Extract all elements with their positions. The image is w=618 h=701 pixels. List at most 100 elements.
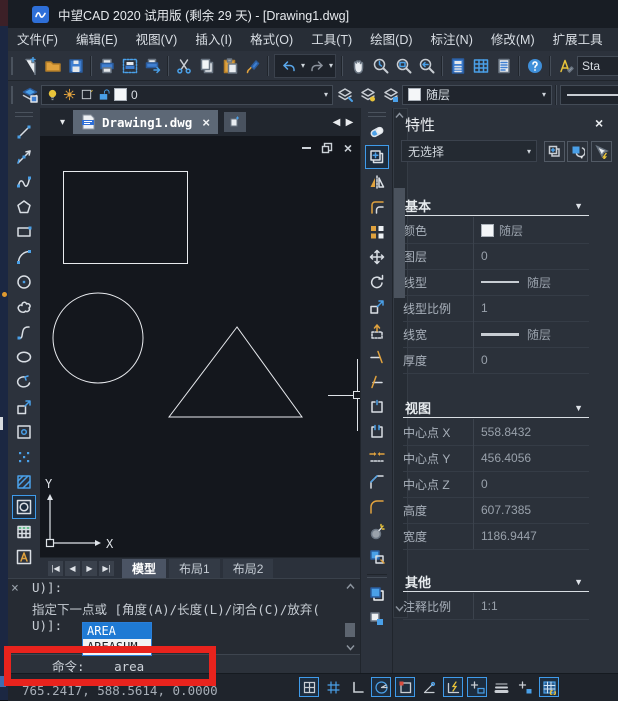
edit-block-icon[interactable] [365, 545, 389, 569]
last-tab-icon[interactable]: ▶| [99, 561, 114, 576]
bom-list-icon[interactable] [492, 54, 515, 78]
polyline-icon[interactable] [12, 170, 36, 194]
table-icon[interactable] [12, 520, 36, 544]
mdi-restore-icon[interactable] [321, 142, 333, 154]
dyn-toggle-icon[interactable] [467, 677, 487, 697]
erase-icon[interactable] [365, 120, 389, 144]
format-painter-icon[interactable] [241, 54, 264, 78]
tab-layout2[interactable]: 布局2 [223, 559, 274, 578]
rectangle-icon[interactable] [12, 220, 36, 244]
quick-select-icon[interactable] [591, 141, 612, 162]
toolbar-grip[interactable] [368, 112, 386, 117]
selection-filter-dropdown[interactable]: 无选择 ▾ [401, 140, 537, 162]
menu-item-tools[interactable]: 工具(T) [302, 29, 361, 51]
command-close-icon[interactable]: × [11, 581, 19, 596]
menu-item-file[interactable]: 文件(F) [8, 29, 67, 51]
property-row-center-x[interactable]: 中心点 X 558.8432 [403, 419, 589, 446]
layer-combo[interactable]: 0 ▾ [41, 85, 333, 105]
zoom-realtime-icon[interactable] [369, 54, 392, 78]
doc-tab-scroll-left-icon[interactable]: ◀ [330, 114, 343, 130]
section-other-header[interactable]: 其他 ▼ [405, 572, 587, 591]
command-scrollbar[interactable] [344, 583, 356, 653]
select-objects-icon[interactable] [567, 141, 588, 162]
menu-item-format[interactable]: 格式(O) [241, 29, 302, 51]
cut-icon[interactable] [172, 54, 195, 78]
command-scrollbar-thumb[interactable] [345, 623, 355, 637]
section-basic-header[interactable]: 基本 ▼ [405, 196, 587, 215]
line-icon[interactable] [12, 120, 36, 144]
next-tab-icon[interactable]: ▶ [82, 561, 97, 576]
grid-toggle-icon[interactable] [323, 677, 343, 697]
property-row-height[interactable]: 高度 607.7385 [403, 497, 589, 524]
document-tab[interactable]: Drawing1.dwg × [73, 110, 218, 134]
ellipse-icon[interactable] [12, 345, 36, 369]
layer-previous-icon[interactable] [333, 83, 356, 107]
paste-icon[interactable] [218, 54, 241, 78]
tab-model[interactable]: 模型 [122, 559, 166, 578]
menu-item-dimension[interactable]: 标注(N) [422, 29, 482, 51]
toggle-pickadd-icon[interactable] [544, 141, 565, 162]
redo-dropdown-icon[interactable]: ▾ [329, 61, 333, 70]
prev-tab-icon[interactable]: ◀ [65, 561, 80, 576]
annotation-toggle-icon[interactable] [515, 677, 535, 697]
text-style-icon[interactable] [554, 54, 577, 78]
workspace-toggle-icon[interactable] [539, 677, 559, 697]
property-row-layer[interactable]: 图层 0 [403, 243, 589, 270]
plot-icon[interactable] [141, 54, 164, 78]
rotate-icon[interactable] [365, 270, 389, 294]
zoom-previous-icon[interactable] [415, 54, 438, 78]
property-row-linetype-scale[interactable]: 线型比例 1 [403, 295, 589, 322]
undo-icon[interactable] [277, 54, 300, 78]
open-folder-icon[interactable] [41, 54, 64, 78]
draw-order-icon[interactable] [365, 582, 389, 606]
point-icon[interactable] [12, 445, 36, 469]
help-icon[interactable] [523, 54, 546, 78]
circle-icon[interactable] [12, 270, 36, 294]
spline-icon[interactable] [12, 320, 36, 344]
linetype-combo[interactable] [560, 85, 618, 105]
menu-item-insert[interactable]: 插入(I) [186, 29, 241, 51]
toolbar-grip[interactable] [15, 112, 33, 117]
color-combo-dropdown-icon[interactable]: ▾ [542, 90, 546, 99]
doc-tab-scroll-right-icon[interactable]: ▶ [343, 114, 356, 130]
toolbar-grip[interactable] [11, 57, 13, 75]
first-tab-icon[interactable]: |◀ [48, 561, 63, 576]
quick-calculator-icon[interactable] [446, 54, 469, 78]
property-row-color[interactable]: 颜色 随层 [403, 217, 589, 244]
menu-item-edit[interactable]: 编辑(E) [67, 29, 127, 51]
esnap-toggle-icon[interactable] [395, 677, 415, 697]
layer-isolate-icon[interactable] [379, 83, 402, 107]
revision-cloud-icon[interactable] [12, 295, 36, 319]
mtext-icon[interactable] [12, 545, 36, 569]
table-export-icon[interactable] [469, 54, 492, 78]
collapse-icon[interactable]: ▼ [574, 403, 583, 413]
mirror-icon[interactable] [365, 170, 389, 194]
ellipse-arc-icon[interactable] [12, 370, 36, 394]
collapse-icon[interactable]: ▼ [574, 201, 583, 211]
hatch-icon[interactable] [12, 470, 36, 494]
break-icon[interactable] [365, 420, 389, 444]
menu-item-draw[interactable]: 绘图(D) [361, 29, 421, 51]
doc-tab-list-dropdown-icon[interactable]: ▾ [56, 114, 69, 130]
layer-combo-dropdown-icon[interactable]: ▾ [324, 90, 328, 99]
new-document-tab-button[interactable] [224, 112, 246, 132]
menu-item-view[interactable]: 视图(V) [127, 29, 187, 51]
section-view-header[interactable]: 视图 ▼ [405, 398, 587, 417]
pan-icon[interactable] [346, 54, 369, 78]
ducs-toggle-icon[interactable] [443, 677, 463, 697]
extend-icon[interactable] [365, 370, 389, 394]
print-icon[interactable] [95, 54, 118, 78]
menu-item-express[interactable]: 扩展工具 [544, 29, 612, 51]
zoom-window-icon[interactable] [392, 54, 415, 78]
join-icon[interactable] [365, 445, 389, 469]
draw-order-back-icon[interactable] [365, 607, 389, 631]
tab-layout1[interactable]: 布局1 [169, 559, 220, 578]
make-block-icon[interactable] [12, 420, 36, 444]
mdi-close-icon[interactable]: × [342, 142, 354, 154]
move-icon[interactable] [365, 245, 389, 269]
property-row-center-z[interactable]: 中心点 Z 0 [403, 471, 589, 498]
autocomplete-option-area[interactable]: AREA [83, 623, 151, 639]
construction-line-icon[interactable] [12, 145, 36, 169]
property-row-width[interactable]: 宽度 1186.9447 [403, 523, 589, 550]
text-style-combo[interactable]: Sta [577, 56, 618, 76]
